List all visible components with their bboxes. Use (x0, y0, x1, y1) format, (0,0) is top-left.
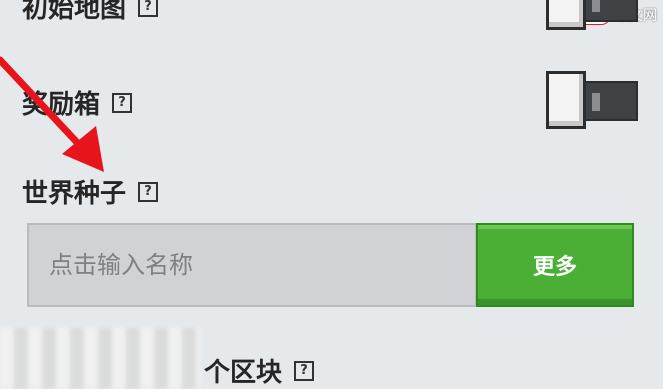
more-button[interactable]: 更多 (476, 223, 634, 307)
red-arrow-icon (0, 56, 104, 172)
toggle-knob (546, 0, 586, 30)
world-seed-input[interactable] (27, 223, 477, 307)
help-icon[interactable]: ? (294, 360, 315, 381)
blurred-area (0, 328, 200, 389)
help-icon[interactable]: ? (138, 181, 159, 202)
toggle-knob (546, 71, 586, 129)
initial-map-label: 初始地图 (22, 0, 127, 24)
initial-map-toggle[interactable] (546, 0, 640, 30)
initial-map-row: 初始地图 ? (22, 0, 159, 25)
chunk-label: 个区块 (204, 358, 283, 388)
chunk-row: 个区块 ? (204, 352, 315, 389)
help-icon[interactable]: ? (138, 0, 159, 17)
bonus-chest-toggle[interactable] (546, 71, 640, 129)
